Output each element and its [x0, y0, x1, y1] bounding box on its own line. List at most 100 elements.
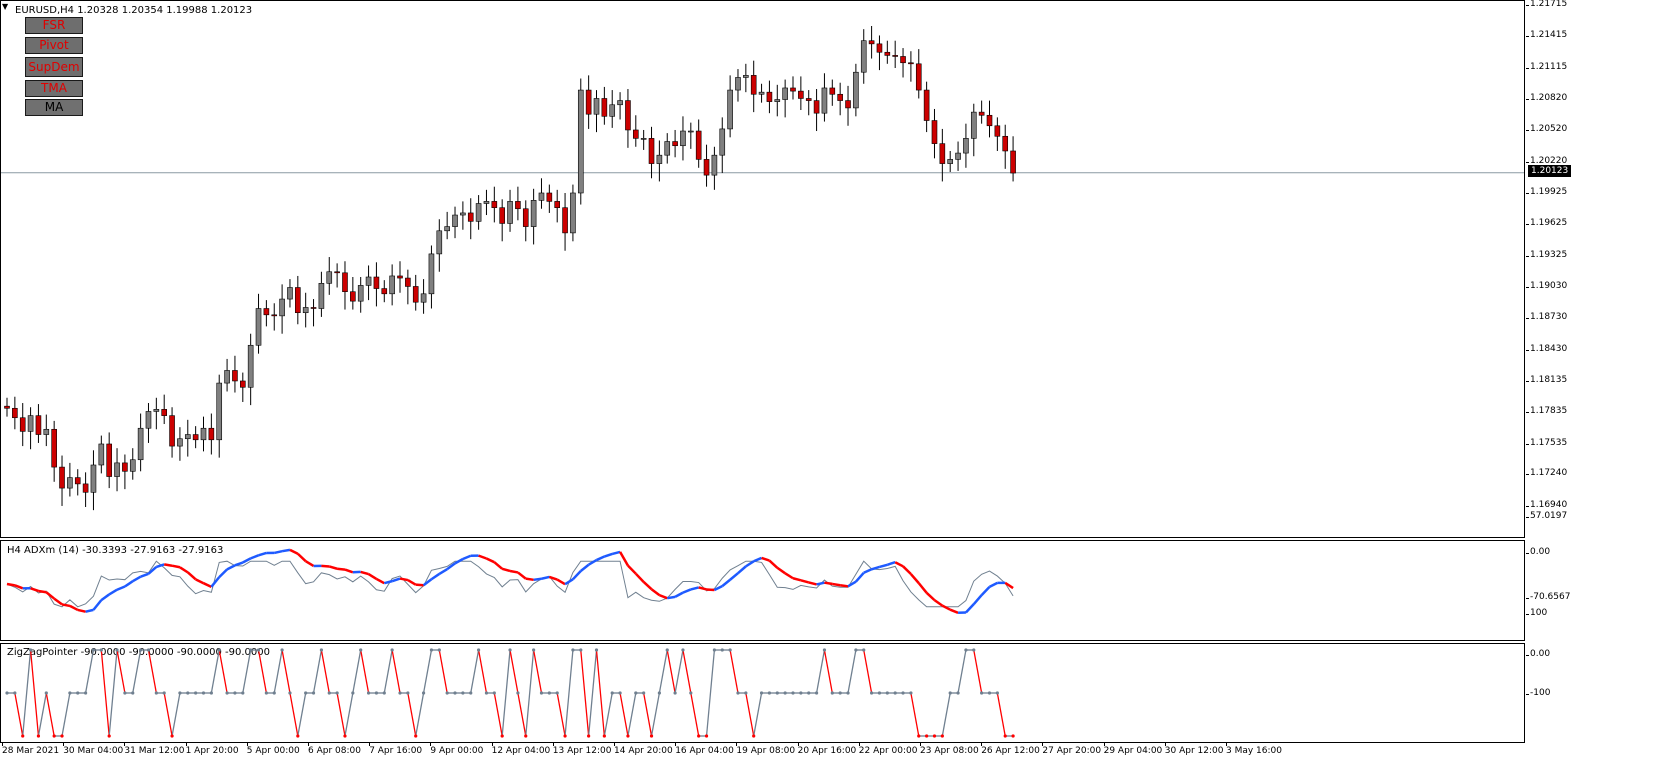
zigzag-point — [555, 691, 559, 695]
adx-main-segment — [784, 572, 794, 580]
zigzag-point — [995, 691, 999, 695]
candlestick-chart[interactable] — [1, 1, 1524, 537]
zigzag-point — [351, 691, 355, 695]
zigzag-point — [146, 648, 151, 652]
supdem-button[interactable]: SupDem — [25, 57, 83, 77]
zigzag-segment — [470, 649, 480, 694]
adx-main-segment — [768, 559, 779, 569]
candle — [884, 40, 891, 64]
price-tick: 1.16940 — [1525, 500, 1568, 510]
candle — [169, 407, 175, 458]
time-label: 6 Apr 08:00 — [308, 743, 361, 756]
zigzag-point — [194, 691, 198, 695]
fsr-button[interactable]: FSR — [25, 17, 83, 34]
candle — [460, 201, 466, 230]
zigzag-segment — [116, 649, 126, 694]
time-label: 26 Apr 12:00 — [981, 743, 1040, 756]
candle — [381, 280, 388, 303]
adx-main-segment — [917, 582, 928, 594]
zigzag-point — [728, 648, 732, 652]
ma-button[interactable]: MA — [25, 99, 83, 116]
candle — [4, 397, 10, 417]
zigzag-point — [233, 691, 237, 695]
zigzag-point — [704, 734, 709, 738]
time-label: 30 Mar 04:00 — [63, 743, 124, 756]
candle — [129, 448, 136, 480]
time-label: 19 Apr 08:00 — [736, 743, 796, 756]
candle — [782, 79, 788, 118]
candle — [499, 199, 505, 242]
zigzag-point — [1003, 734, 1007, 738]
price-axis[interactable]: 1.21715 1.21415 1.21115 1.20820 1.20520 1.202… — [1525, 0, 1656, 761]
adx-main-segment — [753, 556, 763, 563]
price-tick: 1.21115 — [1525, 61, 1568, 72]
candle — [326, 257, 333, 295]
zigzag-segment — [580, 649, 590, 737]
zigzag-segment — [643, 692, 653, 737]
candle — [632, 115, 639, 147]
main-price-pane[interactable]: ▼ EURUSD,H4 1.20328 1.20354 1.19988 1.20… — [0, 0, 1525, 538]
zigzag-chart — [5, 648, 1015, 738]
adx-main-segment — [124, 580, 134, 588]
zigzag-segment — [45, 692, 55, 737]
adx-main-segment — [839, 584, 849, 588]
candle — [727, 75, 733, 138]
zigzag-segment — [422, 649, 433, 694]
adx-main-segment — [517, 571, 527, 580]
zigzag-point — [673, 691, 677, 695]
adx-main-segment — [509, 569, 519, 574]
adx-main-segment — [336, 567, 346, 571]
candle — [310, 299, 317, 327]
zigzag-point — [720, 648, 724, 652]
zigzag-point — [972, 648, 976, 652]
zigzag-point — [830, 691, 834, 695]
adx-main-segment — [698, 586, 707, 591]
candle — [90, 450, 97, 511]
zigzag-segment — [257, 649, 268, 694]
zigzag-segment — [973, 649, 983, 694]
adx-main-segment — [965, 603, 975, 614]
candle — [1002, 124, 1009, 169]
adx-main-segment — [399, 577, 409, 582]
candle — [868, 26, 875, 59]
zigzag-point — [414, 734, 418, 738]
zigzag-point — [13, 691, 17, 695]
candle — [923, 81, 930, 133]
current-price-flag: 1.20123 — [1528, 165, 1572, 177]
tma-button[interactable]: TMA — [25, 80, 83, 97]
candle — [397, 261, 403, 293]
candle — [554, 189, 561, 223]
zigzag-point — [304, 691, 308, 695]
zigzag-segment — [493, 692, 503, 737]
zigzag-segment — [132, 649, 142, 694]
adx-main-segment — [618, 551, 630, 567]
zigzag-segment — [587, 649, 598, 737]
adx-main-segment — [281, 548, 291, 553]
time-axis[interactable]: 28 Mar 2021 30 Mar 04:00 31 Mar 12:00 1 Apr… — [0, 743, 1525, 761]
zigzag-point — [484, 691, 489, 695]
candle — [43, 414, 50, 447]
zigzag-point — [139, 648, 143, 652]
zigzag-indicator-pane[interactable]: ZigZagPointer -90.0000 -90.0000 -90.0000… — [0, 643, 1525, 743]
candle — [719, 117, 726, 174]
zigzag-point — [186, 691, 190, 695]
zigzag-segment — [745, 692, 755, 737]
zigzag-point — [964, 648, 968, 652]
pivot-button[interactable]: Pivot — [25, 37, 83, 54]
zigzag-point — [838, 691, 842, 695]
adx-main-segment — [808, 581, 817, 586]
zigzag-point — [736, 691, 740, 695]
candle — [648, 126, 655, 179]
adx-main-segment — [863, 568, 873, 574]
candle — [247, 333, 254, 406]
candle — [145, 403, 152, 443]
candle — [491, 186, 498, 223]
adx-main-segment — [894, 561, 904, 568]
adx-main-segment — [886, 561, 896, 566]
time-label: 31 Mar 12:00 — [124, 743, 185, 756]
adx-main-segment — [493, 561, 503, 570]
adx-indicator-pane[interactable]: H4 ADXm (14) -30.3393 -27.9163 -27.9163 — [0, 540, 1525, 641]
zigzag-point — [587, 734, 591, 738]
zigzag-point — [987, 691, 992, 695]
candle — [609, 90, 616, 128]
